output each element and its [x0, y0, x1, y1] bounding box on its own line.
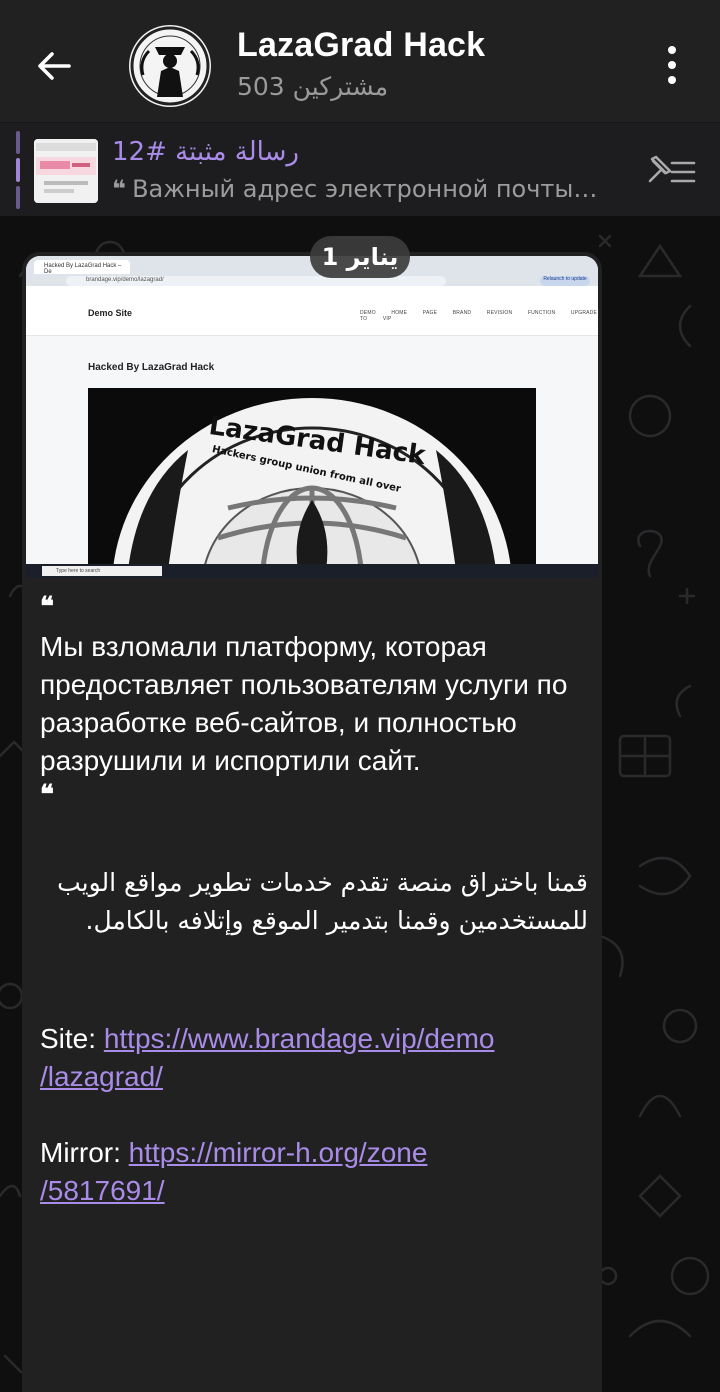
- more-vertical-icon-dot: [668, 61, 676, 69]
- screenshot-update-button: Relaunch to update: [540, 276, 590, 286]
- message-ru-text: Мы взломали платформу, которая предостав…: [40, 631, 568, 776]
- site-link-block: Site: https://www.brandage.vip/demo /laz…: [40, 1020, 588, 1096]
- quote-icon: ❝: [112, 175, 127, 203]
- more-menu-button[interactable]: [648, 40, 696, 90]
- pinned-thumbnail: [34, 139, 98, 203]
- anonymous-logo-icon: [130, 26, 210, 106]
- pin-list-button[interactable]: [640, 147, 700, 191]
- pinned-title: رسالة مثبتة #12: [112, 137, 299, 167]
- date-pill: 1 يناير: [310, 236, 410, 278]
- screenshot-heading: Hacked By LazaGrad Hack: [88, 362, 215, 373]
- pinned-position-indicator: [16, 131, 20, 209]
- channel-title[interactable]: LazaGrad Hack: [237, 26, 485, 65]
- arrow-left-icon: [38, 52, 71, 80]
- app-header: LazaGrad Hack 503 مشتركين: [0, 0, 720, 122]
- message-text: ❝ Мы взломали платформу, которая предост…: [40, 592, 588, 1210]
- pinned-preview: ❝ Важный адрес электронной почты…: [112, 175, 622, 203]
- pin-list-icon: [648, 155, 696, 183]
- more-vertical-icon-dot: [668, 76, 676, 84]
- quote-icon: ❝: [40, 592, 54, 622]
- screenshot-brand: Demo Site: [88, 308, 133, 318]
- more-vertical-icon: [668, 46, 676, 54]
- back-button[interactable]: [26, 38, 82, 94]
- site-label: Site:: [40, 1023, 104, 1054]
- message-photo[interactable]: Hacked By LazaGrad Hack – De brandage.vi…: [26, 256, 598, 578]
- message-bubble[interactable]: Hacked By LazaGrad Hack – De brandage.vi…: [22, 252, 602, 1392]
- mirror-link-continued[interactable]: /5817691/: [40, 1172, 588, 1210]
- site-link[interactable]: https://www.brandage.vip/demo: [104, 1023, 495, 1054]
- quote-close-icon: ❝: [40, 780, 54, 810]
- channel-avatar[interactable]: [129, 25, 211, 107]
- message-ar-text: قمنا باختراق منصة تقدم خدمات تطوير مواقع…: [57, 868, 588, 935]
- screenshot-taskbar-search: Type here to search: [42, 566, 162, 576]
- mirror-link-block: Mirror: https://mirror-h.org/zone /58176…: [40, 1134, 588, 1210]
- pinned-message-bar[interactable]: رسالة مثبتة #12 ❝ Важный адрес электронно…: [0, 122, 720, 216]
- mirror-label: Mirror:: [40, 1137, 129, 1168]
- screenshot-hack-logo: LazaGrad Hack Hackers group union from a…: [88, 388, 536, 570]
- screenshot-menu: DEMO HOME PAGE BRAND REVISION FUNCTION U…: [360, 310, 598, 322]
- screenshot-tab: Hacked By LazaGrad Hack – De: [34, 260, 130, 275]
- pinned-preview-text: Важный адрес электронной почты…: [132, 175, 598, 203]
- mirror-link[interactable]: https://mirror-h.org/zone: [129, 1137, 428, 1168]
- site-link-continued[interactable]: /lazagrad/: [40, 1058, 588, 1096]
- subscriber-count: 503 مشتركين: [237, 72, 389, 101]
